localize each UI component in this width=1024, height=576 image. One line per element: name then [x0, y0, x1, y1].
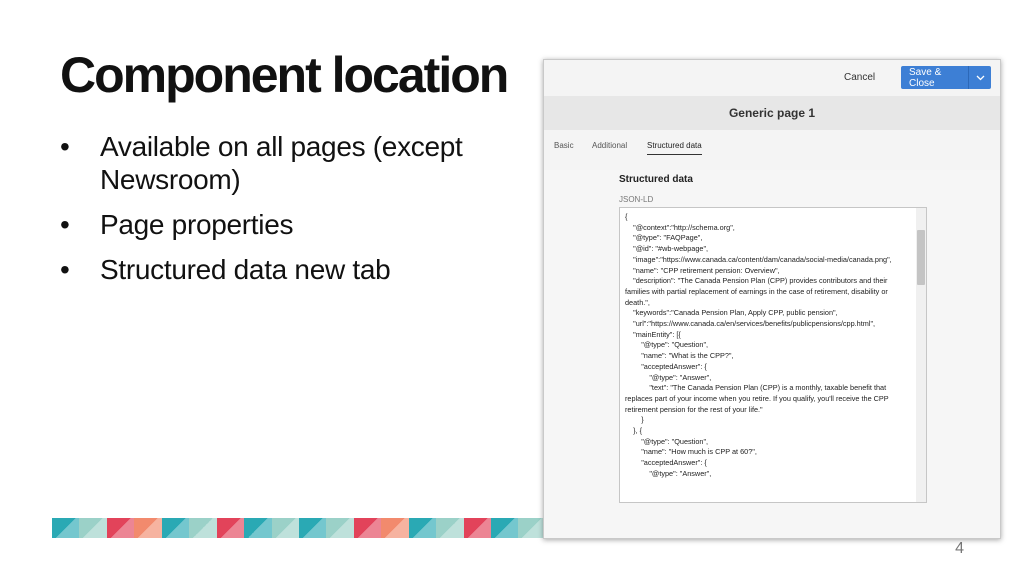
bullet-list: • Available on all pages (except Newsroom…: [60, 130, 490, 298]
stripe-segment: [436, 518, 464, 538]
tab-structured-data[interactable]: Structured data: [647, 141, 702, 155]
bullet-text: Structured data new tab: [100, 254, 391, 285]
bullet-text: Page properties: [100, 209, 294, 240]
save-close-button[interactable]: Save & Close: [901, 66, 991, 89]
dialog-toolbar: Cancel Save & Close: [544, 60, 1000, 96]
stripe-segment: [161, 518, 190, 538]
bullet-item: • Available on all pages (except Newsroom…: [60, 130, 490, 196]
stripe-segment: [491, 518, 519, 538]
stripe-segment: [106, 518, 135, 538]
decorative-stripe: [52, 518, 546, 538]
stripe-segment: [271, 518, 299, 538]
cancel-button[interactable]: Cancel: [836, 68, 883, 87]
stripe-segment: [52, 518, 80, 538]
stripe-segment: [381, 518, 409, 538]
stripe-segment: [79, 518, 107, 538]
tab-bar: Basic Additional Structured data: [544, 130, 1000, 171]
dialog-screenshot: Cancel Save & Close Generic page 1 Basic…: [543, 59, 1001, 539]
stripe-segment: [518, 518, 546, 538]
field-label: JSON-LD: [619, 195, 654, 204]
stripe-segment: [353, 518, 382, 538]
stripe-segment: [408, 518, 437, 538]
stripe-segment: [326, 518, 354, 538]
tab-basic[interactable]: Basic: [554, 141, 574, 154]
bullet-dot: •: [60, 209, 70, 240]
stripe-segment: [134, 518, 162, 538]
bullet-text: Available on all pages (except Newsroom): [100, 131, 463, 195]
dialog-title: Generic page 1: [544, 96, 1000, 130]
bullet-dot: •: [60, 254, 70, 285]
page-number: 4: [955, 540, 964, 557]
bullet-dot: •: [60, 131, 70, 162]
stripe-segment: [216, 518, 245, 538]
stripe-segment: [189, 518, 217, 538]
scrollbar[interactable]: [916, 208, 926, 502]
bullet-item: • Page properties: [60, 208, 490, 241]
slide-title: Component location: [60, 47, 509, 103]
stripe-segment: [298, 518, 327, 538]
json-ld-textarea[interactable]: { "@context":"http://schema.org", "@type…: [619, 207, 927, 503]
tab-additional[interactable]: Additional: [592, 141, 627, 154]
bullet-item: • Structured data new tab: [60, 253, 490, 286]
stripe-segment: [244, 518, 272, 538]
save-close-label: Save & Close: [909, 66, 942, 89]
chevron-down-icon[interactable]: [968, 66, 991, 89]
dialog-body: Structured data JSON-LD { "@context":"ht…: [544, 170, 1000, 538]
scrollbar-thumb[interactable]: [917, 230, 925, 285]
section-title: Structured data: [619, 174, 693, 185]
json-ld-code[interactable]: { "@context":"http://schema.org", "@type…: [625, 212, 910, 480]
stripe-segment: [463, 518, 491, 538]
